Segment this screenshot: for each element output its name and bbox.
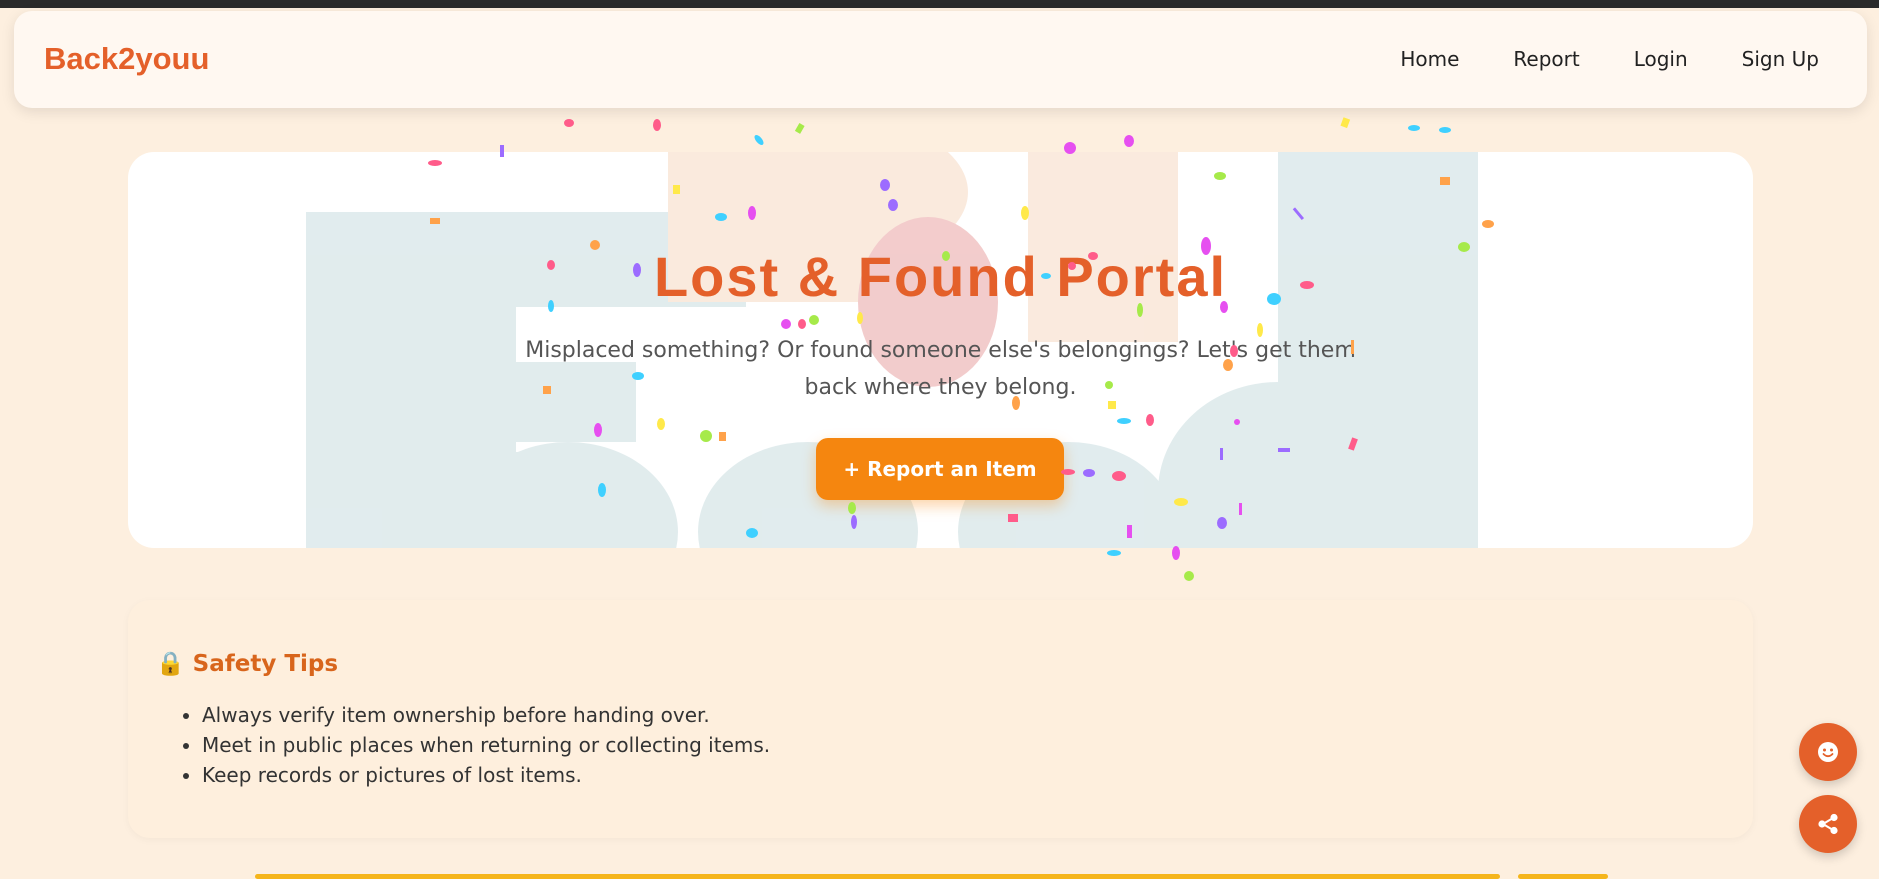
share-icon <box>1818 813 1838 835</box>
nav-signup[interactable]: Sign Up <box>1742 47 1819 71</box>
safety-tips-list: Always verify item ownership before hand… <box>178 700 770 790</box>
list-item: Keep records or pictures of lost items. <box>202 760 770 790</box>
list-item: Always verify item ownership before hand… <box>202 700 770 730</box>
top-edge <box>0 0 1879 8</box>
hero-title: Lost & Found Portal <box>653 245 1228 308</box>
safety-tips-title: Safety Tips <box>192 651 339 677</box>
nav-home[interactable]: Home <box>1400 47 1459 71</box>
smiley-icon <box>1818 742 1838 762</box>
hero-subtitle: Misplaced something? Or found someone el… <box>525 338 1356 400</box>
safety-tips-heading: 🔒 Safety Tips <box>156 650 338 677</box>
hero-content: Lost & Found Portal Misplaced something?… <box>128 152 1753 548</box>
hero-section: Lost & Found Portal Misplaced something?… <box>128 152 1753 548</box>
list-item: Meet in public places when returning or … <box>202 730 770 760</box>
nav-links: Home Report Login Sign Up <box>1346 47 1819 71</box>
safety-tips-card: 🔒 Safety Tips Always verify item ownershi… <box>128 600 1753 838</box>
nav-login[interactable]: Login <box>1634 47 1688 71</box>
brand-logo[interactable]: Back2youu <box>44 41 209 77</box>
report-item-button[interactable]: + Report an Item <box>816 438 1064 500</box>
navbar: Back2youu Home Report Login Sign Up <box>14 11 1867 108</box>
nav-report[interactable]: Report <box>1513 47 1579 71</box>
lock-icon: 🔒 <box>156 651 185 677</box>
chat-fab-button[interactable] <box>1799 723 1857 781</box>
share-fab-button[interactable] <box>1799 795 1857 853</box>
